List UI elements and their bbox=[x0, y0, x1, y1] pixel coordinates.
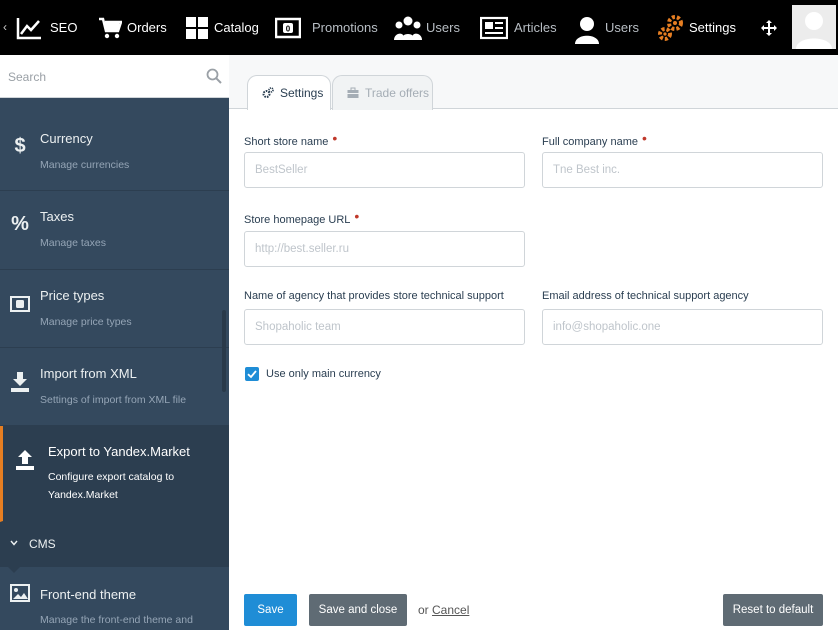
user-avatar-icon bbox=[792, 5, 836, 49]
sidebar-item-export-yandex[interactable]: Export to Yandex.Market Configure export… bbox=[0, 426, 229, 522]
tab-label: Settings bbox=[280, 86, 324, 100]
download-icon bbox=[10, 370, 30, 392]
save-button[interactable]: Save bbox=[244, 594, 297, 626]
field-label-text: Short store name bbox=[244, 136, 329, 148]
nav-item-catalog[interactable]: Catalog bbox=[185, 0, 259, 55]
sidebar-item-desc: Manage currencies bbox=[40, 159, 130, 171]
nav-item-users[interactable]: Users bbox=[575, 0, 639, 55]
sidebar-item-taxes[interactable]: % Taxes Manage taxes bbox=[0, 191, 229, 270]
nav-label-promotions: Promotions bbox=[312, 20, 378, 35]
sidebar-item-title: Taxes bbox=[40, 209, 74, 224]
gears-icon bbox=[658, 14, 684, 42]
cancel-link[interactable]: Cancel bbox=[432, 603, 469, 617]
short-store-name-input[interactable] bbox=[244, 152, 525, 188]
sidebar-item-desc: Configure export catalog to Yandex.Marke… bbox=[48, 471, 175, 501]
chart-line-icon bbox=[16, 16, 41, 40]
reset-to-default-button[interactable]: Reset to default bbox=[723, 594, 823, 626]
nav-item-settings[interactable]: Settings bbox=[658, 0, 736, 55]
newspaper-icon bbox=[479, 16, 509, 40]
sidebar-section-label: CMS bbox=[29, 537, 56, 551]
homepage-url-input[interactable] bbox=[244, 231, 525, 267]
sidebar-item-front-end-theme[interactable]: Front-end theme Manage the front-end the… bbox=[0, 567, 229, 630]
chevron-down-icon bbox=[10, 535, 18, 550]
user-icon bbox=[575, 16, 599, 44]
field-label-text: Full company name bbox=[542, 136, 638, 148]
move-icon bbox=[761, 19, 777, 36]
checkmark-icon bbox=[247, 370, 257, 379]
nav-back-button[interactable]: ‹ bbox=[3, 19, 7, 35]
sidebar-item-desc: Manage taxes bbox=[40, 237, 106, 249]
agency-email-input[interactable] bbox=[542, 309, 823, 345]
save-and-close-button[interactable]: Save and close bbox=[309, 594, 407, 626]
percent-icon: % bbox=[11, 213, 29, 235]
short-store-name-label: Short store name • bbox=[244, 130, 338, 148]
sidebar-scrollbar[interactable] bbox=[222, 310, 226, 392]
nav-label-seo: SEO bbox=[50, 20, 78, 35]
search-input[interactable] bbox=[0, 55, 200, 98]
homepage-url-label: Store homepage URL • bbox=[244, 208, 360, 226]
picture-icon bbox=[10, 584, 30, 606]
money-icon bbox=[10, 292, 30, 314]
sidebar-item-title: Import from XML bbox=[40, 366, 137, 381]
nav-item-promotions[interactable]: 0 Promotions bbox=[274, 0, 378, 55]
svg-text:0: 0 bbox=[286, 24, 291, 33]
avatar[interactable] bbox=[792, 5, 836, 49]
tab-trade-offers[interactable]: Trade offers bbox=[332, 75, 433, 110]
required-marker: • bbox=[332, 130, 338, 146]
sidebar-item-currency[interactable]: $ Currency Manage currencies bbox=[0, 113, 229, 191]
nav-label-orders: Orders bbox=[127, 20, 167, 35]
nav-label-catalog: Catalog bbox=[214, 20, 259, 35]
tab-settings[interactable]: Settings bbox=[247, 75, 331, 110]
sidebar-item-title: Price types bbox=[40, 288, 105, 303]
nav-label-articles: Articles bbox=[514, 20, 557, 35]
agency-name-label: Name of agency that provides store techn… bbox=[244, 290, 504, 302]
required-marker: • bbox=[642, 130, 647, 146]
cart-icon bbox=[98, 16, 123, 40]
dollar-icon: $ bbox=[14, 135, 26, 157]
field-label-text: Name of agency that provides store techn… bbox=[244, 290, 504, 302]
sidebar-search bbox=[0, 55, 229, 98]
move-button[interactable] bbox=[761, 0, 777, 55]
nav-back-label: ‹ bbox=[3, 20, 7, 34]
users-group-icon bbox=[394, 16, 422, 40]
nav-item-articles[interactable]: Articles bbox=[479, 0, 557, 55]
sidebar-item-import-xml[interactable]: Import from XML Settings of import from … bbox=[0, 348, 229, 426]
nav-item-orders[interactable]: Orders bbox=[98, 0, 167, 55]
agency-email-label: Email address of technical support agenc… bbox=[542, 290, 749, 302]
sidebar-item-title: Currency bbox=[40, 131, 93, 146]
gears-icon bbox=[262, 87, 274, 99]
field-label-text: Email address of technical support agenc… bbox=[542, 290, 749, 302]
nav-label-settings: Settings bbox=[689, 20, 736, 35]
use-main-currency-checkbox[interactable] bbox=[245, 367, 259, 381]
or-cancel-text: or Cancel bbox=[418, 603, 469, 617]
field-label-text: Store homepage URL bbox=[244, 214, 351, 226]
sidebar-item-title: Export to Yandex.Market bbox=[48, 444, 190, 459]
full-company-name-input[interactable] bbox=[542, 152, 823, 188]
tabs-bar: Settings Trade offers bbox=[229, 55, 838, 110]
search-icon[interactable] bbox=[206, 68, 222, 84]
grid-icon bbox=[185, 16, 209, 40]
sidebar-item-desc: Settings of import from XML file bbox=[40, 394, 187, 406]
briefcase-icon bbox=[347, 87, 359, 99]
tab-label: Trade offers bbox=[365, 86, 430, 100]
sidebar-item-price-types[interactable]: Price types Manage price types bbox=[0, 270, 229, 348]
sidebar-item-desc: Manage price types bbox=[40, 316, 132, 328]
sidebar-section-cms[interactable]: CMS bbox=[0, 522, 229, 573]
money-icon: 0 bbox=[274, 16, 302, 40]
use-main-currency-label: Use only main currency bbox=[266, 368, 381, 380]
sidebar: $ Currency Manage currencies % Taxes Man… bbox=[0, 55, 229, 630]
nav-label-users: Users bbox=[605, 20, 639, 35]
main-content: Settings Trade offers Short store name • … bbox=[229, 55, 838, 630]
or-label: or bbox=[418, 603, 429, 617]
required-marker: • bbox=[354, 208, 360, 224]
top-navigation: ‹ SEO Orders Catalog 0 Promotions Users bbox=[0, 0, 838, 55]
agency-name-input[interactable] bbox=[244, 309, 525, 345]
nav-item-seo[interactable]: SEO bbox=[16, 0, 77, 55]
full-company-name-label: Full company name • bbox=[542, 130, 647, 148]
nav-label-users-group: Users bbox=[426, 20, 460, 35]
sidebar-item-title: Front-end theme bbox=[40, 587, 137, 602]
sidebar-item-desc: Manage the front-end theme and bbox=[40, 614, 193, 626]
upload-icon bbox=[15, 448, 35, 470]
nav-item-users-group[interactable]: Users bbox=[394, 0, 460, 55]
